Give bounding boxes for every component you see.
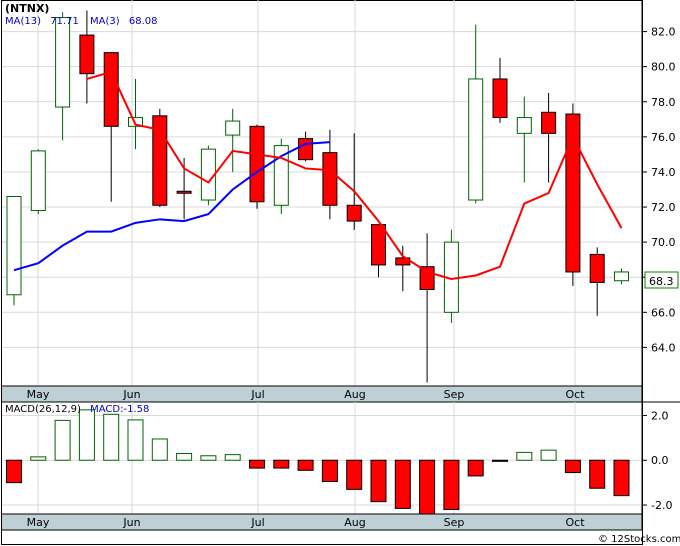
svg-text:MA(13) 71.71 MA(3): MA(13) 71.71 MA(3) 68.08 [5,16,157,27]
candle-body [176,190,192,194]
price-month-label: Aug [344,388,365,401]
candle-body [468,78,484,201]
candle-body [346,204,362,222]
candle-body [6,196,22,296]
macd-bar [224,454,241,461]
candle-body [103,52,119,127]
macd-bar [346,459,363,490]
macd-bar [492,459,508,462]
macd-bar [564,459,581,474]
candle-body [30,150,46,212]
price-tick-label: 64.0 [651,341,676,354]
macd-tick-label: 2.0 [651,409,669,422]
candle-body [589,253,605,283]
macd-bar [176,453,193,461]
macd-bar [516,451,533,461]
candle-body [541,111,557,134]
candle [273,138,289,215]
macd-bar [443,459,460,511]
candle [565,103,581,286]
macd-bar [589,459,606,489]
ticker-title: (NTNX) [5,2,49,15]
candle-body [614,271,629,282]
macd-tick-label: -2.0 [651,499,672,512]
price-tick-label: 66.0 [651,306,676,319]
ma13-label: MA(13) [5,16,41,27]
macd-y-ticks: 2.0 0.0 -2.0 [642,409,672,512]
candle-body [55,17,71,108]
last-price-label: 68.3 [649,275,674,288]
candle-body [249,125,265,203]
stock-chart: MayJunJulAugSepOct 64.066.068.070.072.07… [1,0,680,545]
candle-body [516,117,532,134]
ma13-value: 71.71 [50,16,79,27]
price-tick-label: 82.0 [651,26,676,39]
macd-bar [103,413,120,461]
macd-bar [321,459,338,483]
price-month-label: Jul [250,388,264,401]
macd-bar [273,459,290,469]
candle [6,196,22,306]
price-tick-label: 74.0 [651,166,676,179]
price-tick-label: 72.0 [651,201,676,214]
candle-body [492,78,508,119]
macd-bar [613,459,630,497]
macd-bar [467,459,484,477]
price-tick-label: 80.0 [651,61,676,74]
macd-month-label: Jun [122,516,140,529]
macd-label: MACD(26,12,9) [5,404,81,415]
price-y-ticks: 64.066.068.070.072.074.076.078.080.082.0 [642,26,676,354]
macd-bar [54,419,71,461]
svg-text:MACD(26,12,9) MACD:-1.58: MACD(26,12,9) MACD:-1.58 [5,404,149,415]
candle-body [322,152,338,206]
macd-bar [200,455,217,461]
price-month-label: May [27,388,50,401]
macd-bar [540,449,557,461]
candle-body [298,138,314,161]
price-month-label: Sep [444,388,465,401]
candle-body [79,34,95,75]
ma3-value: 68.08 [129,16,158,27]
macd-bar [151,438,168,461]
macd-bar [394,459,411,509]
macd-bar [6,459,22,484]
macd-month-label: Oct [565,516,585,529]
price-month-label: Jun [122,388,140,401]
candle-body [419,266,435,291]
macd-bar [30,456,47,461]
price-tick-label: 78.0 [651,96,676,109]
candle [249,124,265,209]
price-tick-label: 70.0 [651,236,676,249]
macd-date-band [2,514,642,530]
macd-value-label: MACD:-1.58 [90,404,149,415]
watermark: © 12Stocks.com [598,534,680,545]
macd-bar [249,459,265,469]
candle [443,229,459,323]
candle-body [371,224,386,266]
candle-body [225,120,241,136]
ma3-label: MA(3) [90,16,120,27]
macd-bar [297,459,314,471]
macd-bar [78,409,95,461]
macd-bar [370,459,387,503]
macd-tick-label: 0.0 [651,454,669,467]
macd-month-label: Jul [250,516,264,529]
price-month-label: Oct [565,388,585,401]
price-tick-label: 76.0 [651,131,676,144]
macd-bar [419,459,436,517]
candle [30,149,46,215]
macd-bar [127,419,144,461]
candle [152,108,168,208]
price-date-band [2,386,642,402]
macd-month-label: Sep [444,516,465,529]
macd-month-label: Aug [344,516,365,529]
macd-month-label: May [27,516,50,529]
